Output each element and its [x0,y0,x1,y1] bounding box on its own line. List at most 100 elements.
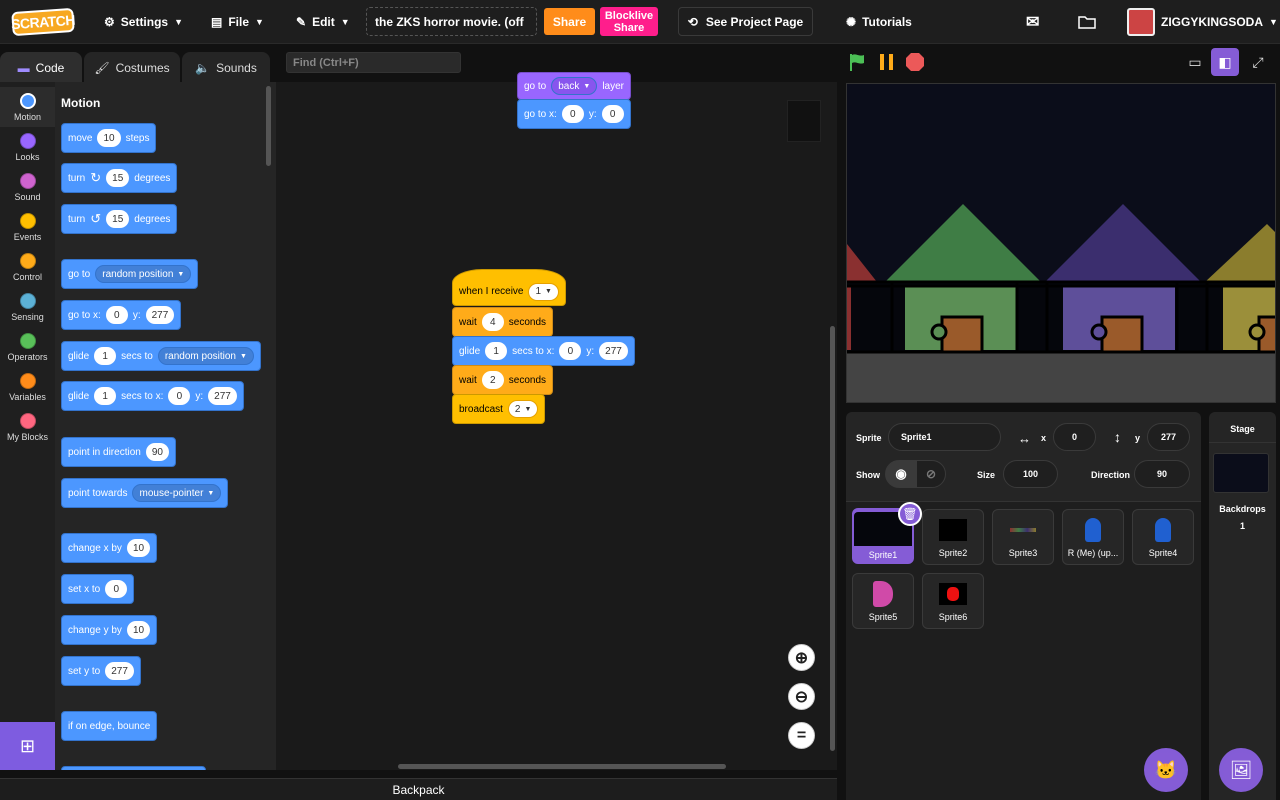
set-y-block[interactable]: set y to 277 [61,656,141,686]
wait-block[interactable]: wait 4 seconds [452,307,554,337]
file-menu[interactable]: ▤ File ▼ [211,8,264,36]
block-input[interactable]: 10 [97,129,121,147]
bounce-block[interactable]: if on edge, bounce [61,711,158,741]
fullscreen-button[interactable]: ⤢ [1244,48,1272,76]
stage-canvas[interactable] [846,83,1276,403]
category-control[interactable]: Control [0,247,55,287]
seconds-input[interactable]: 4 [481,313,504,331]
direction-input[interactable]: 90 [145,443,169,461]
category-motion[interactable]: Motion [0,87,55,127]
wait-block[interactable]: wait 2 seconds [452,365,554,395]
delete-sprite-button[interactable]: 🗑 [898,502,922,526]
pause-button[interactable] [877,52,897,72]
go-to-dropdown[interactable]: random position ▼ [95,265,192,283]
y-input[interactable]: 277 [1147,423,1190,451]
category-variables[interactable]: Variables [0,367,55,407]
secs-input[interactable]: 1 [94,347,117,365]
block-input[interactable]: 0 [105,580,128,598]
tab-costumes[interactable]: 🖌 Costumes [84,52,180,83]
workspace-horizontal-scrollbar[interactable] [398,764,726,769]
broadcast-dropdown[interactable]: 2 ▼ [507,400,539,418]
layer-dropdown[interactable]: back ▼ [551,77,598,95]
y-input[interactable]: 277 [599,342,628,360]
y-input[interactable]: 277 [145,306,175,324]
see-project-page-button[interactable]: ⟲ See Project Page [678,7,813,36]
broadcast-block[interactable]: broadcast 2 ▼ [452,394,546,424]
stop-button[interactable] [905,52,925,72]
sprite-tile[interactable]: R (Me) (up... [1062,509,1124,565]
block-input[interactable]: 277 [105,662,134,680]
glide-xy-block[interactable]: glide 1 secs to x: 0 y: 277 [61,381,244,411]
sprite-tile[interactable]: Sprite2 [922,509,984,565]
sprite-tile[interactable]: Sprite4 [1132,509,1194,565]
category-looks[interactable]: Looks [0,127,55,167]
turn-left-block[interactable]: turn ↺ 15 degrees [61,204,178,234]
block-input[interactable]: 15 [106,210,130,228]
x-input[interactable]: 0 [561,105,584,123]
category-sound[interactable]: Sound [0,167,55,207]
glide-to-block[interactable]: glide 1 secs to random position ▼ [61,341,261,371]
block-input[interactable]: 10 [126,621,151,639]
show-visible-button[interactable]: ◉ [885,460,917,488]
sprite-tile[interactable]: Sprite3 [992,509,1054,565]
x-input[interactable]: 0 [559,342,582,360]
go-to-block[interactable]: go to random position ▼ [61,259,199,289]
glide-to-dropdown[interactable]: random position ▼ [157,347,254,365]
x-input[interactable]: 0 [105,306,128,324]
show-hidden-button[interactable]: ⊘ [916,460,946,488]
block-input[interactable]: 10 [126,539,151,557]
add-backdrop-button[interactable]: 🖼 [1219,748,1263,792]
add-sprite-button[interactable]: 🐱 [1144,748,1188,792]
category-operators[interactable]: Operators [0,327,55,367]
block-input[interactable]: 15 [106,169,130,187]
share-button[interactable]: Share [544,8,595,35]
find-input[interactable]: Find (Ctrl+F) [286,52,461,73]
green-flag-button[interactable] [848,52,868,72]
change-y-block[interactable]: change y by 10 [61,615,158,645]
tab-code[interactable]: ▬ Code [0,52,82,83]
direction-input[interactable]: 90 [1134,460,1190,488]
code-workspace[interactable]: go to back ▼ layer go to x: 0 y: 0 when I… [276,72,837,770]
edit-menu[interactable]: ✎ Edit ▼ [296,8,350,36]
turn-right-block[interactable]: turn ↻ 15 degrees [61,163,178,193]
y-input[interactable]: 0 [601,105,624,123]
add-extension-button[interactable]: ⊞ [0,722,55,770]
category-events[interactable]: Events [0,207,55,247]
partial-block[interactable] [61,766,206,770]
account-menu[interactable]: ZIGGYKINGSODA ▼ [1127,8,1278,36]
message-dropdown[interactable]: 1 ▼ [528,282,559,301]
blocklive-share-button[interactable]: Blocklive Share [600,7,658,36]
set-x-block[interactable]: set x to 0 [61,574,135,604]
go-to-layer-block[interactable]: go to back ▼ layer [517,72,631,100]
secs-input[interactable]: 1 [94,387,117,405]
my-stuff-folder-icon[interactable] [1078,8,1096,36]
normal-stage-button[interactable]: ◧ [1211,48,1239,76]
palette-scrollbar[interactable] [266,86,271,166]
project-title-input[interactable]: the ZKS horror movie. (off [366,7,537,36]
sprite-tile[interactable]: Sprite6 [922,573,984,629]
category-my-blocks[interactable]: My Blocks [0,407,55,447]
when-i-receive-block[interactable]: when I receive 1 ▼ [452,269,566,306]
move-steps-block[interactable]: move 10 steps [61,123,157,153]
go-to-xy-block[interactable]: go to x: 0 y: 277 [61,300,182,330]
seconds-input[interactable]: 2 [481,371,504,389]
category-sensing[interactable]: Sensing [0,287,55,327]
zoom-reset-button[interactable]: = [788,722,815,749]
x-input[interactable]: 0 [168,387,191,405]
settings-menu[interactable]: ⚙ Settings ▼ [104,8,183,36]
tab-sounds[interactable]: 🔈 Sounds [182,52,270,83]
tutorials-button[interactable]: ✺ Tutorials [846,8,912,36]
small-stage-button[interactable]: ▭ [1181,48,1209,76]
point-towards-dropdown[interactable]: mouse-pointer ▼ [132,484,222,502]
backpack[interactable]: Backpack [0,778,837,800]
sprite-tile[interactable]: Sprite5 [852,573,914,629]
go-to-xy-block[interactable]: go to x: 0 y: 0 [517,99,631,129]
zoom-out-button[interactable]: ⊖ [788,683,815,710]
secs-input[interactable]: 1 [485,342,508,360]
change-x-block[interactable]: change x by 10 [61,533,158,563]
sprite-name-input[interactable]: Sprite1 [888,423,1001,451]
point-direction-block[interactable]: point in direction 90 [61,437,176,467]
point-towards-block[interactable]: point towards mouse-pointer ▼ [61,478,229,508]
scratch-logo[interactable]: SCRATCH [11,7,75,37]
stage-selector[interactable]: Stage Backdrops 1 [1209,412,1276,800]
